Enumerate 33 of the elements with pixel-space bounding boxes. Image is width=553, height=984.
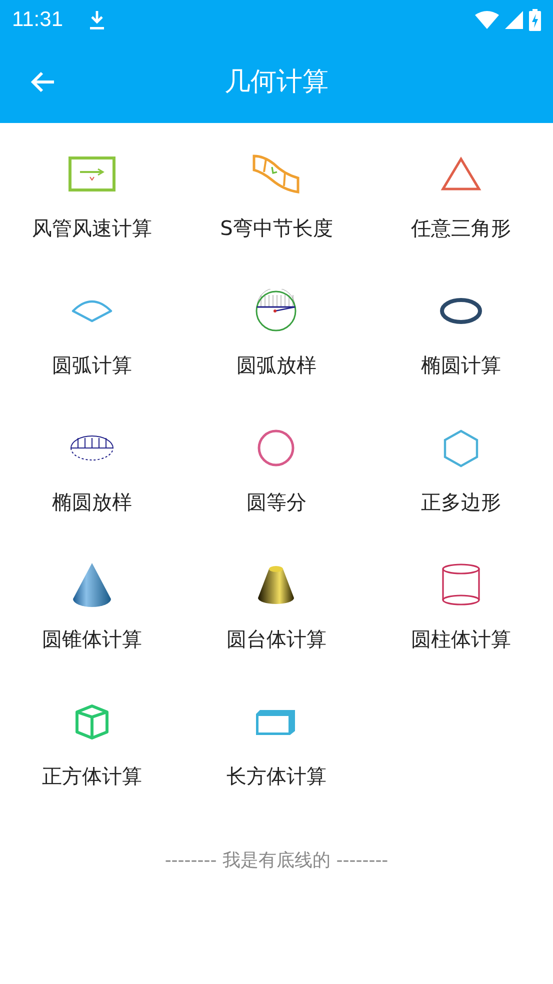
half-ellipse-icon	[69, 433, 116, 463]
tool-label[interactable]: 任意三角形	[410, 215, 511, 242]
status-time: 11:31	[12, 8, 63, 32]
circle-icon	[256, 428, 296, 468]
tool-label[interactable]: 正多边形	[420, 489, 501, 516]
signal-icon	[505, 11, 523, 29]
ellipse-icon	[438, 297, 483, 325]
hexagon-icon	[442, 428, 480, 468]
app-bar-title: 几何计算	[224, 66, 328, 99]
tool-label[interactable]: 圆柱体计算	[410, 626, 511, 653]
tool-label[interactable]: S弯中节长度	[220, 215, 333, 242]
tool-label[interactable]: 长方体计算	[226, 763, 326, 790]
sector-icon	[71, 298, 114, 324]
cylinder-icon	[440, 562, 482, 608]
frustum-icon	[256, 564, 296, 606]
tool-label[interactable]: 风管风速计算	[32, 215, 152, 242]
tool-label[interactable]: 椭圆放样	[52, 489, 132, 516]
tool-label[interactable]: 圆弧放样	[236, 352, 316, 379]
tool-label[interactable]: 圆台体计算	[226, 626, 326, 653]
tool-label[interactable]: 椭圆计算	[420, 352, 501, 379]
wifi-icon	[475, 11, 499, 29]
bent-duct-icon	[252, 154, 300, 194]
circle-segment-icon	[254, 289, 298, 333]
triangle-icon	[440, 156, 482, 192]
battery-icon	[529, 9, 541, 31]
tool-label[interactable]: 圆等分	[246, 489, 306, 516]
tool-label[interactable]: 圆锥体计算	[42, 626, 142, 653]
end-of-list-text: -------- 我是有底线的 --------	[164, 849, 390, 872]
duct-icon	[68, 156, 116, 192]
tool-label[interactable]: 圆弧计算	[52, 352, 132, 379]
download-icon	[89, 10, 105, 30]
cube-icon	[73, 703, 112, 741]
tool-label[interactable]: 正方体计算	[42, 763, 142, 790]
